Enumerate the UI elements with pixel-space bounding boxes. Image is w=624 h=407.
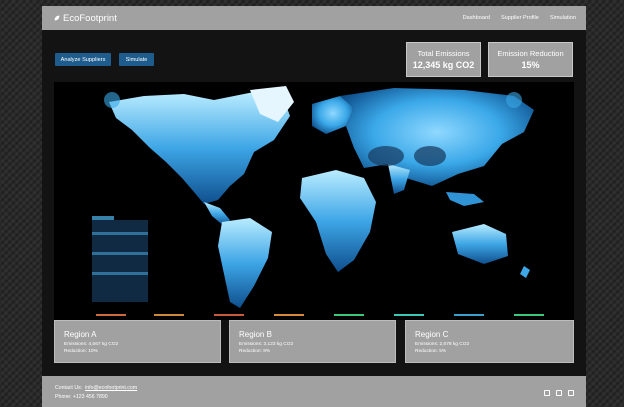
nav-dashboard[interactable]: Dashboard <box>463 15 490 21</box>
nav-links: Dashboard Supplier Profile Simulation <box>463 15 576 21</box>
app-window: EcoFootprint Dashboard Supplier Profile … <box>42 6 586 407</box>
social-links <box>544 390 574 396</box>
emission-reduction-value: 15% <box>521 60 540 70</box>
left-panel-tag <box>92 216 114 220</box>
footer: Contact Us: info@ecofootprint.com Phone:… <box>42 376 586 407</box>
world-map[interactable] <box>54 82 574 320</box>
region-reduction: Reduction: 5% <box>415 349 447 354</box>
contact-label: Contact Us: <box>55 385 83 391</box>
map-glow-right <box>506 92 522 108</box>
total-emissions-card: Total Emissions 12,345 kg CO2 <box>406 42 481 77</box>
left-panel-line-2 <box>92 252 148 255</box>
twitter-icon[interactable] <box>556 390 562 396</box>
facebook-icon[interactable] <box>544 390 550 396</box>
nav-supplier-profile[interactable]: Supplier Profile <box>501 15 539 21</box>
map-glow-left <box>104 92 120 108</box>
contact-line: Contact Us: info@ecofootprint.com <box>55 384 586 393</box>
contact-email-link[interactable]: info@ecofootprint.com <box>85 384 137 393</box>
phone-line: Phone: +123 456 7890 <box>55 393 586 402</box>
left-panel-line-1 <box>92 232 148 235</box>
region-name: Region A <box>64 330 97 339</box>
region-emissions: Emissions: 3,123 kg CO2 <box>239 342 294 347</box>
world-map-graphic <box>54 82 574 320</box>
analyze-suppliers-button[interactable]: Analyze Suppliers <box>55 53 111 66</box>
emission-reduction-card: Emission Reduction 15% <box>488 42 573 77</box>
region-emissions: Emissions: 4,567 kg CO2 <box>64 342 119 347</box>
region-card-b[interactable]: Region B Emissions: 3,123 kg CO2 Reducti… <box>229 320 396 363</box>
linkedin-icon[interactable] <box>568 390 574 396</box>
navbar: EcoFootprint Dashboard Supplier Profile … <box>42 6 586 30</box>
emission-hotspot-2 <box>414 146 446 166</box>
left-panel-line-3 <box>92 272 148 275</box>
region-card-c[interactable]: Region C Emissions: 2,678 kg CO2 Reducti… <box>405 320 574 363</box>
region-reduction: Reduction: 10% <box>64 349 98 354</box>
nav-simulation[interactable]: Simulation <box>550 15 576 21</box>
leaf-icon <box>54 15 60 21</box>
brand[interactable]: EcoFootprint <box>54 13 117 24</box>
brand-name: EcoFootprint <box>63 12 117 24</box>
region-name: Region C <box>415 330 449 339</box>
simulate-button[interactable]: Simulate <box>119 53 154 66</box>
region-name: Region B <box>239 330 272 339</box>
region-emissions: Emissions: 2,678 kg CO2 <box>415 342 470 347</box>
region-reduction: Reduction: 8% <box>239 349 271 354</box>
emission-reduction-label: Emission Reduction <box>497 49 564 58</box>
total-emissions-value: 12,345 kg CO2 <box>412 60 475 70</box>
emission-hotspot-1 <box>368 146 404 166</box>
total-emissions-label: Total Emissions <box>417 49 470 58</box>
region-card-a[interactable]: Region A Emissions: 4,567 kg CO2 Reducti… <box>54 320 221 363</box>
contact-phone: Phone: +123 456 7890 <box>55 394 108 400</box>
